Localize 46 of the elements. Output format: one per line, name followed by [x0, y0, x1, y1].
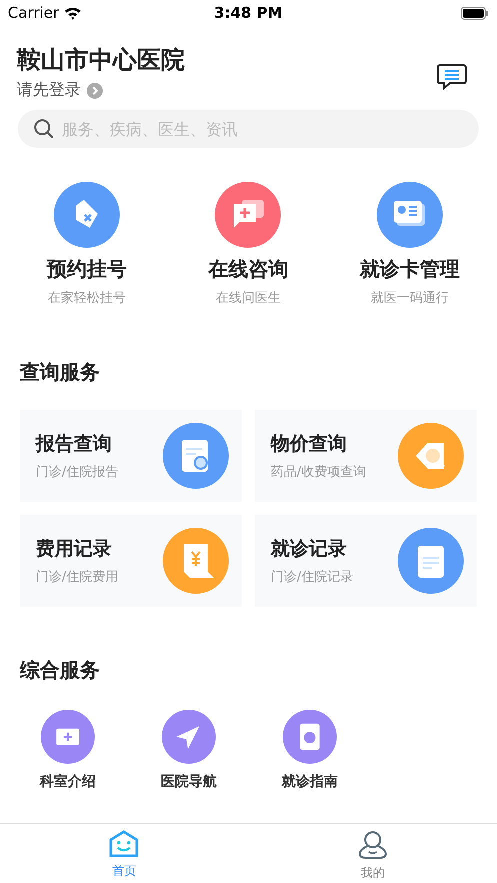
service-icon[interactable] [162, 710, 216, 764]
service-icon[interactable] [377, 182, 444, 248]
carrier-label: Carrier [8, 4, 60, 22]
card-title: 就诊记录 [271, 537, 348, 562]
message-icon[interactable] [437, 64, 467, 91]
service-label[interactable]: 就诊指南 [282, 773, 338, 791]
card-title: 物价查询 [271, 432, 348, 457]
card-subtitle: 门诊/住院报告 [36, 464, 118, 481]
service-label[interactable]: 医院导航 [161, 773, 217, 791]
tab-item[interactable]: 我的 [248, 824, 497, 883]
service-title[interactable]: 在线咨询 [208, 256, 288, 283]
service-subtitle: 在线问医生 [216, 290, 281, 307]
search-icon [34, 119, 54, 139]
card-title: 报告查询 [36, 432, 113, 457]
service-icon[interactable] [215, 182, 282, 248]
card-subtitle: 门诊/住院费用 [36, 569, 118, 586]
home-icon [109, 830, 140, 858]
service-icon[interactable] [54, 182, 120, 248]
section-title: 综合服务 [18, 657, 101, 684]
card-icon[interactable] [398, 528, 464, 594]
service-subtitle: 在家轻松挂号 [48, 290, 126, 307]
service-subtitle: 就医一码通行 [371, 290, 450, 307]
service-icon[interactable] [283, 710, 337, 764]
service-title[interactable]: 就诊卡管理 [360, 256, 460, 283]
clock-time: 3:48 PM [214, 4, 283, 22]
card-icon[interactable] [163, 528, 229, 594]
card-title: 费用记录 [36, 537, 113, 562]
chevron-right-icon[interactable] [87, 82, 103, 98]
service-title[interactable]: 预约挂号 [46, 256, 127, 283]
service-card[interactable]: 报告查询 门诊/住院报告 [20, 410, 242, 502]
card-subtitle: 药品/收费项查询 [271, 464, 366, 481]
service-card[interactable]: 费用记录 门诊/住院费用 [20, 515, 242, 607]
service-card[interactable]: 物价查询 药品/收费项查询 [255, 410, 477, 502]
login-link[interactable]: 请先登录 [17, 80, 81, 101]
wifi-icon [64, 6, 82, 20]
section-title: 查询服务 [18, 359, 101, 386]
hospital-title: 鞍山市中心医院 [17, 45, 185, 76]
battery-icon [460, 6, 489, 20]
service-label[interactable]: 科室介绍 [40, 773, 96, 791]
card-subtitle: 门诊/住院记录 [271, 569, 354, 586]
card-icon[interactable] [163, 423, 229, 489]
service-card[interactable]: 就诊记录 门诊/住院记录 [255, 515, 477, 607]
service-icon[interactable] [41, 710, 95, 764]
card-icon[interactable] [398, 423, 464, 489]
person-icon [358, 830, 388, 860]
search-field[interactable]: 服务、疾病、医生、资讯 [18, 110, 479, 148]
